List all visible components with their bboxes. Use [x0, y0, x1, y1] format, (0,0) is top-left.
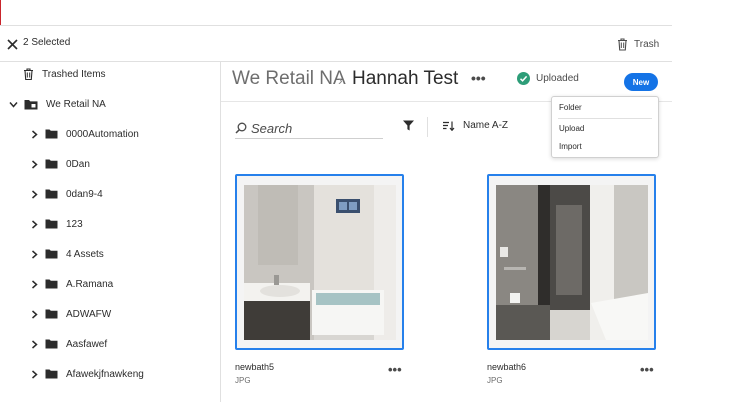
- sort-label: Name A-Z: [463, 120, 509, 131]
- folder-icon: [45, 189, 58, 199]
- folder-icon: [45, 129, 58, 139]
- folder-icon: [45, 219, 58, 229]
- new-button[interactable]: New: [624, 73, 658, 91]
- folder-shared-icon: [24, 99, 38, 109]
- trash-icon: [24, 68, 33, 80]
- breadcrumb-separator: ›: [338, 72, 343, 88]
- folder-icon: [45, 339, 58, 349]
- tree-item-trashed[interactable]: Trashed Items: [23, 65, 106, 83]
- breadcrumb-root[interactable]: We Retail NA: [232, 68, 346, 90]
- tree-item-folder[interactable]: A.Ramana: [30, 275, 113, 293]
- trash-button[interactable]: Trash: [617, 36, 659, 52]
- close-selection-icon[interactable]: [7, 39, 18, 50]
- chevron-down-icon[interactable]: [9, 100, 18, 109]
- tree-item-folder[interactable]: 0Dan: [30, 155, 90, 173]
- upload-status: Uploaded: [517, 72, 579, 85]
- filter-icon[interactable]: [403, 120, 414, 131]
- tree-item-folder[interactable]: 0dan9-4: [30, 185, 103, 203]
- menu-divider: [558, 118, 652, 119]
- toolbar-divider: [427, 117, 428, 137]
- folder-tree-sidebar: Trashed Items We Retail NA 0000Automatio…: [0, 62, 221, 402]
- asset-name: newbath5: [235, 362, 275, 372]
- tree-item-label: 4 Assets: [66, 248, 104, 260]
- bathroom-photo-thumbnail: [496, 185, 648, 340]
- menu-item-upload[interactable]: Upload: [559, 124, 584, 133]
- menu-item-folder[interactable]: Folder: [559, 103, 582, 112]
- sort-icon: [443, 121, 455, 131]
- tree-item-folder[interactable]: Aasfawef: [30, 335, 107, 353]
- chevron-right-icon[interactable]: [30, 219, 39, 229]
- tree-item-label: Afawekjfnawkeng: [66, 368, 144, 380]
- folder-icon: [45, 249, 58, 259]
- asset-card-newbath5[interactable]: [235, 174, 404, 350]
- assets-app-window: 2 Selected Trash Trashed Items We Retail…: [0, 0, 672, 402]
- trash-label: Trash: [634, 38, 660, 50]
- tree-item-label: We Retail NA: [46, 98, 106, 110]
- chevron-right-icon[interactable]: [30, 339, 39, 349]
- upload-status-label: Uploaded: [536, 73, 579, 84]
- chevron-right-icon[interactable]: [30, 189, 39, 199]
- chevron-right-icon[interactable]: [30, 279, 39, 289]
- folder-icon: [45, 309, 58, 319]
- search-icon: [235, 122, 247, 134]
- sort-button[interactable]: Name A-Z: [443, 120, 508, 131]
- search-field[interactable]: [235, 118, 383, 139]
- asset-type: JPG: [235, 376, 251, 385]
- tree-item-label: 0Dan: [66, 158, 90, 170]
- selection-count: 2 Selected: [23, 37, 71, 48]
- chevron-right-icon[interactable]: [30, 249, 39, 259]
- folder-icon: [45, 159, 58, 169]
- asset-card-newbath6[interactable]: [487, 174, 656, 350]
- asset-more-button[interactable]: •••: [388, 362, 402, 377]
- checkmark-circle-icon: [517, 72, 530, 85]
- selection-bar: 2 Selected Trash: [0, 25, 672, 62]
- tree-item-folder[interactable]: ADWAFW: [30, 305, 111, 323]
- chevron-right-icon[interactable]: [30, 369, 39, 379]
- folder-icon: [45, 279, 58, 289]
- tree-item-label: 123: [66, 218, 83, 230]
- search-input[interactable]: [247, 120, 371, 136]
- asset-type: JPG: [487, 376, 503, 385]
- tree-item-folder[interactable]: 4 Assets: [30, 245, 104, 263]
- tree-item-label: Trashed Items: [42, 68, 106, 80]
- tree-item-label: A.Ramana: [66, 278, 114, 290]
- tree-item-label: ADWAFW: [66, 308, 112, 320]
- tree-item-folder[interactable]: 123: [30, 215, 83, 233]
- asset-more-button[interactable]: •••: [640, 362, 654, 377]
- chevron-right-icon[interactable]: [30, 309, 39, 319]
- bathroom-photo-thumbnail: [244, 185, 396, 340]
- folder-icon: [45, 369, 58, 379]
- tree-item-root[interactable]: We Retail NA: [9, 95, 106, 113]
- window-edge-marker: [0, 0, 1, 25]
- chevron-right-icon[interactable]: [30, 129, 39, 139]
- tree-item-folder[interactable]: 0000Automation: [30, 125, 139, 143]
- tree-item-label: 0dan9-4: [66, 188, 103, 200]
- menu-item-import[interactable]: Import: [559, 142, 582, 151]
- tree-item-label: 0000Automation: [66, 128, 139, 140]
- tree-item-label: Aasfawef: [66, 338, 108, 350]
- chevron-right-icon[interactable]: [30, 159, 39, 169]
- more-actions-button[interactable]: •••: [471, 70, 486, 86]
- trash-icon: [618, 37, 627, 51]
- new-menu-dropdown: Folder Upload Import: [551, 96, 659, 158]
- page-title: Hannah Test: [352, 68, 459, 89]
- tree-item-folder[interactable]: Afawekjfnawkeng: [30, 365, 144, 383]
- asset-name: newbath6: [487, 362, 527, 372]
